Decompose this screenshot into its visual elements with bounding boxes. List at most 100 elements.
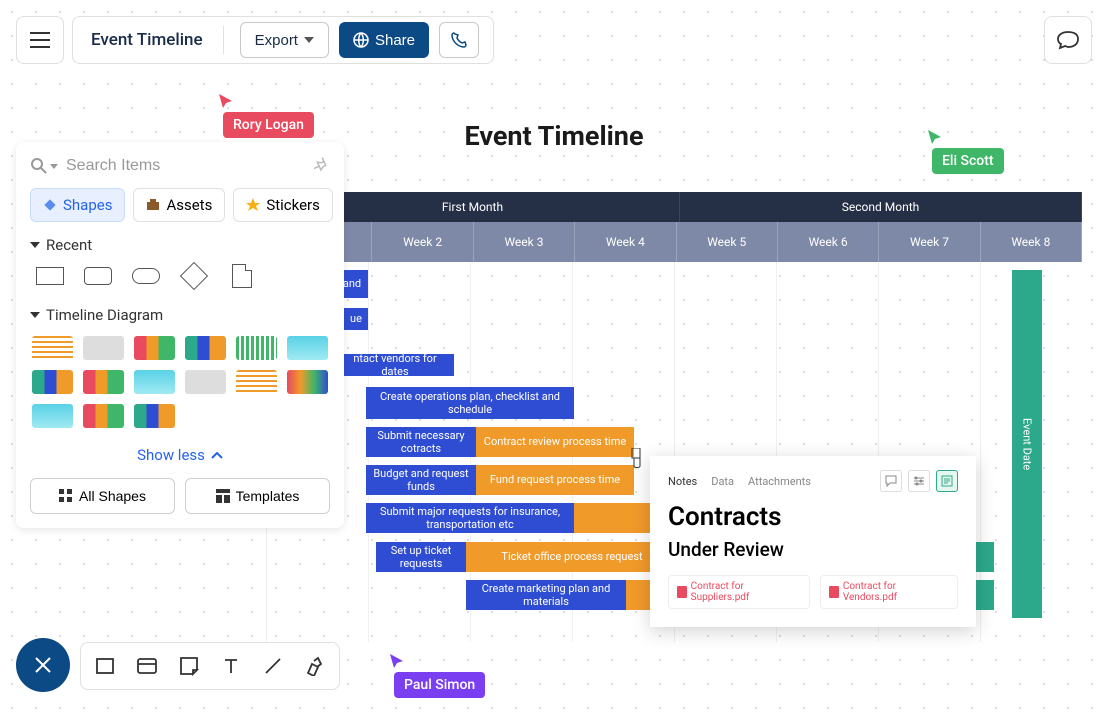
template-thumb[interactable] — [134, 336, 175, 360]
popup-title: Contracts — [668, 502, 958, 532]
popup-tab-data[interactable]: Data — [711, 475, 734, 488]
call-button[interactable] — [439, 22, 479, 58]
tool-text[interactable] — [217, 652, 245, 680]
gantt-bar[interactable]: ntact vendors for dates — [336, 354, 454, 376]
diamond-icon — [43, 198, 57, 212]
attachment-chip[interactable]: Contract for Suppliers.pdf — [668, 575, 810, 609]
template-thumb[interactable] — [185, 370, 226, 394]
gantt-bar-event-date[interactable]: Event Date — [1012, 270, 1042, 618]
shapes-sidebar: Shapes Assets Stickers Recent Timeline D… — [16, 142, 344, 528]
drawing-toolbar — [80, 642, 340, 690]
popup-note-icon[interactable] — [936, 470, 958, 492]
tab-label: Assets — [166, 196, 212, 214]
template-thumb[interactable] — [134, 370, 175, 394]
collaborator-label: Paul Simon — [394, 672, 485, 698]
cursor-pointer-icon — [628, 448, 646, 470]
tool-highlighter[interactable] — [301, 652, 329, 680]
gantt-bar[interactable]: Create marketing plan and materials — [466, 580, 626, 610]
button-label: All Shapes — [79, 488, 146, 504]
document-title[interactable]: Event Timeline — [87, 30, 207, 50]
chat-icon — [1057, 30, 1079, 50]
week-header: Week 2 — [372, 222, 473, 262]
details-popup[interactable]: Notes Data Attachments Contracts Under R… — [650, 456, 976, 627]
layout-icon — [216, 489, 230, 503]
shape-oval[interactable] — [132, 266, 160, 286]
gantt-bar[interactable]: Create operations plan, checklist and sc… — [366, 387, 574, 419]
tool-rectangle[interactable] — [91, 652, 119, 680]
tool-line[interactable] — [259, 652, 287, 680]
button-label: Templates — [236, 488, 300, 504]
gantt-bar[interactable]: Contract review process time — [476, 427, 634, 457]
popup-settings-icon[interactable] — [908, 470, 930, 492]
caret-down-icon — [304, 37, 314, 43]
collaborator-cursor-eli: Eli Scott — [932, 128, 1004, 174]
caret-down-icon — [50, 164, 58, 169]
close-fab[interactable] — [16, 638, 70, 692]
template-thumb[interactable] — [185, 336, 226, 360]
template-thumb[interactable] — [236, 336, 277, 360]
gantt-bar[interactable]: Fund request process time — [476, 465, 634, 495]
grid-icon — [59, 489, 73, 503]
tool-frame[interactable] — [133, 652, 161, 680]
collaborator-label: Eli Scott — [932, 148, 1004, 174]
gantt-bar[interactable]: ue — [344, 308, 368, 330]
collaborator-label: Rory Logan — [223, 112, 314, 138]
phone-icon — [450, 31, 468, 49]
tool-sticky-note[interactable] — [175, 652, 203, 680]
show-less-label: Show less — [137, 446, 205, 464]
shape-diamond[interactable] — [180, 266, 208, 286]
globe-icon — [353, 32, 369, 48]
popup-comment-icon[interactable] — [880, 470, 902, 492]
popup-tab-attachments[interactable]: Attachments — [748, 475, 811, 488]
comment-button[interactable] — [1044, 16, 1092, 64]
gantt-bar[interactable]: Budget and request funds — [366, 465, 476, 495]
shape-page[interactable] — [228, 266, 256, 286]
tab-label: Shapes — [63, 196, 112, 214]
hamburger-icon — [30, 32, 50, 48]
divider — [223, 26, 224, 54]
pdf-icon — [677, 586, 687, 598]
template-thumb[interactable] — [32, 336, 73, 360]
template-thumb[interactable] — [83, 336, 124, 360]
template-thumb[interactable] — [287, 370, 328, 394]
section-timeline-diagram[interactable]: Timeline Diagram — [30, 306, 330, 324]
export-button[interactable]: Export — [240, 22, 329, 58]
popup-tab-notes[interactable]: Notes — [668, 475, 697, 488]
caret-down-icon — [30, 242, 40, 248]
section-label: Timeline Diagram — [46, 306, 163, 324]
gantt-bar[interactable]: Set up ticket requests — [376, 542, 466, 572]
month-header: Second Month — [680, 192, 1082, 222]
title-bar: Event Timeline Export Share — [72, 16, 494, 64]
shape-rounded-rect[interactable] — [84, 266, 112, 286]
tab-assets[interactable]: Assets — [133, 188, 225, 222]
template-thumb[interactable] — [32, 370, 73, 394]
shape-rectangle[interactable] — [36, 266, 64, 286]
template-thumb[interactable] — [32, 404, 73, 428]
gantt-bar[interactable]: Ticket office process request — [466, 542, 678, 572]
week-header: Week 3 — [474, 222, 575, 262]
share-button[interactable]: Share — [339, 22, 429, 58]
show-less-button[interactable]: Show less — [30, 446, 330, 464]
week-header: Week 5 — [677, 222, 778, 262]
template-thumb[interactable] — [83, 370, 124, 394]
template-thumb[interactable] — [83, 404, 124, 428]
menu-button[interactable] — [16, 16, 64, 64]
search-icon[interactable] — [30, 157, 58, 175]
star-icon — [246, 198, 260, 212]
export-label: Export — [255, 32, 298, 49]
tab-shapes[interactable]: Shapes — [30, 188, 125, 222]
templates-button[interactable]: Templates — [185, 478, 330, 514]
template-thumb[interactable] — [236, 370, 277, 394]
tab-stickers[interactable]: Stickers — [233, 188, 333, 222]
gantt-bar[interactable]: Submit necessary cotracts — [366, 427, 476, 457]
attachment-chip[interactable]: Contract for Vendors.pdf — [820, 575, 958, 609]
gantt-bar[interactable]: Submit major requests for insurance, tra… — [366, 503, 574, 533]
section-recent[interactable]: Recent — [30, 236, 330, 254]
week-header: Week 4 — [575, 222, 676, 262]
pin-icon[interactable] — [314, 156, 330, 176]
template-thumb[interactable] — [287, 336, 328, 360]
template-thumb[interactable] — [134, 404, 175, 428]
search-input[interactable] — [66, 157, 306, 175]
all-shapes-button[interactable]: All Shapes — [30, 478, 175, 514]
share-label: Share — [375, 32, 415, 49]
